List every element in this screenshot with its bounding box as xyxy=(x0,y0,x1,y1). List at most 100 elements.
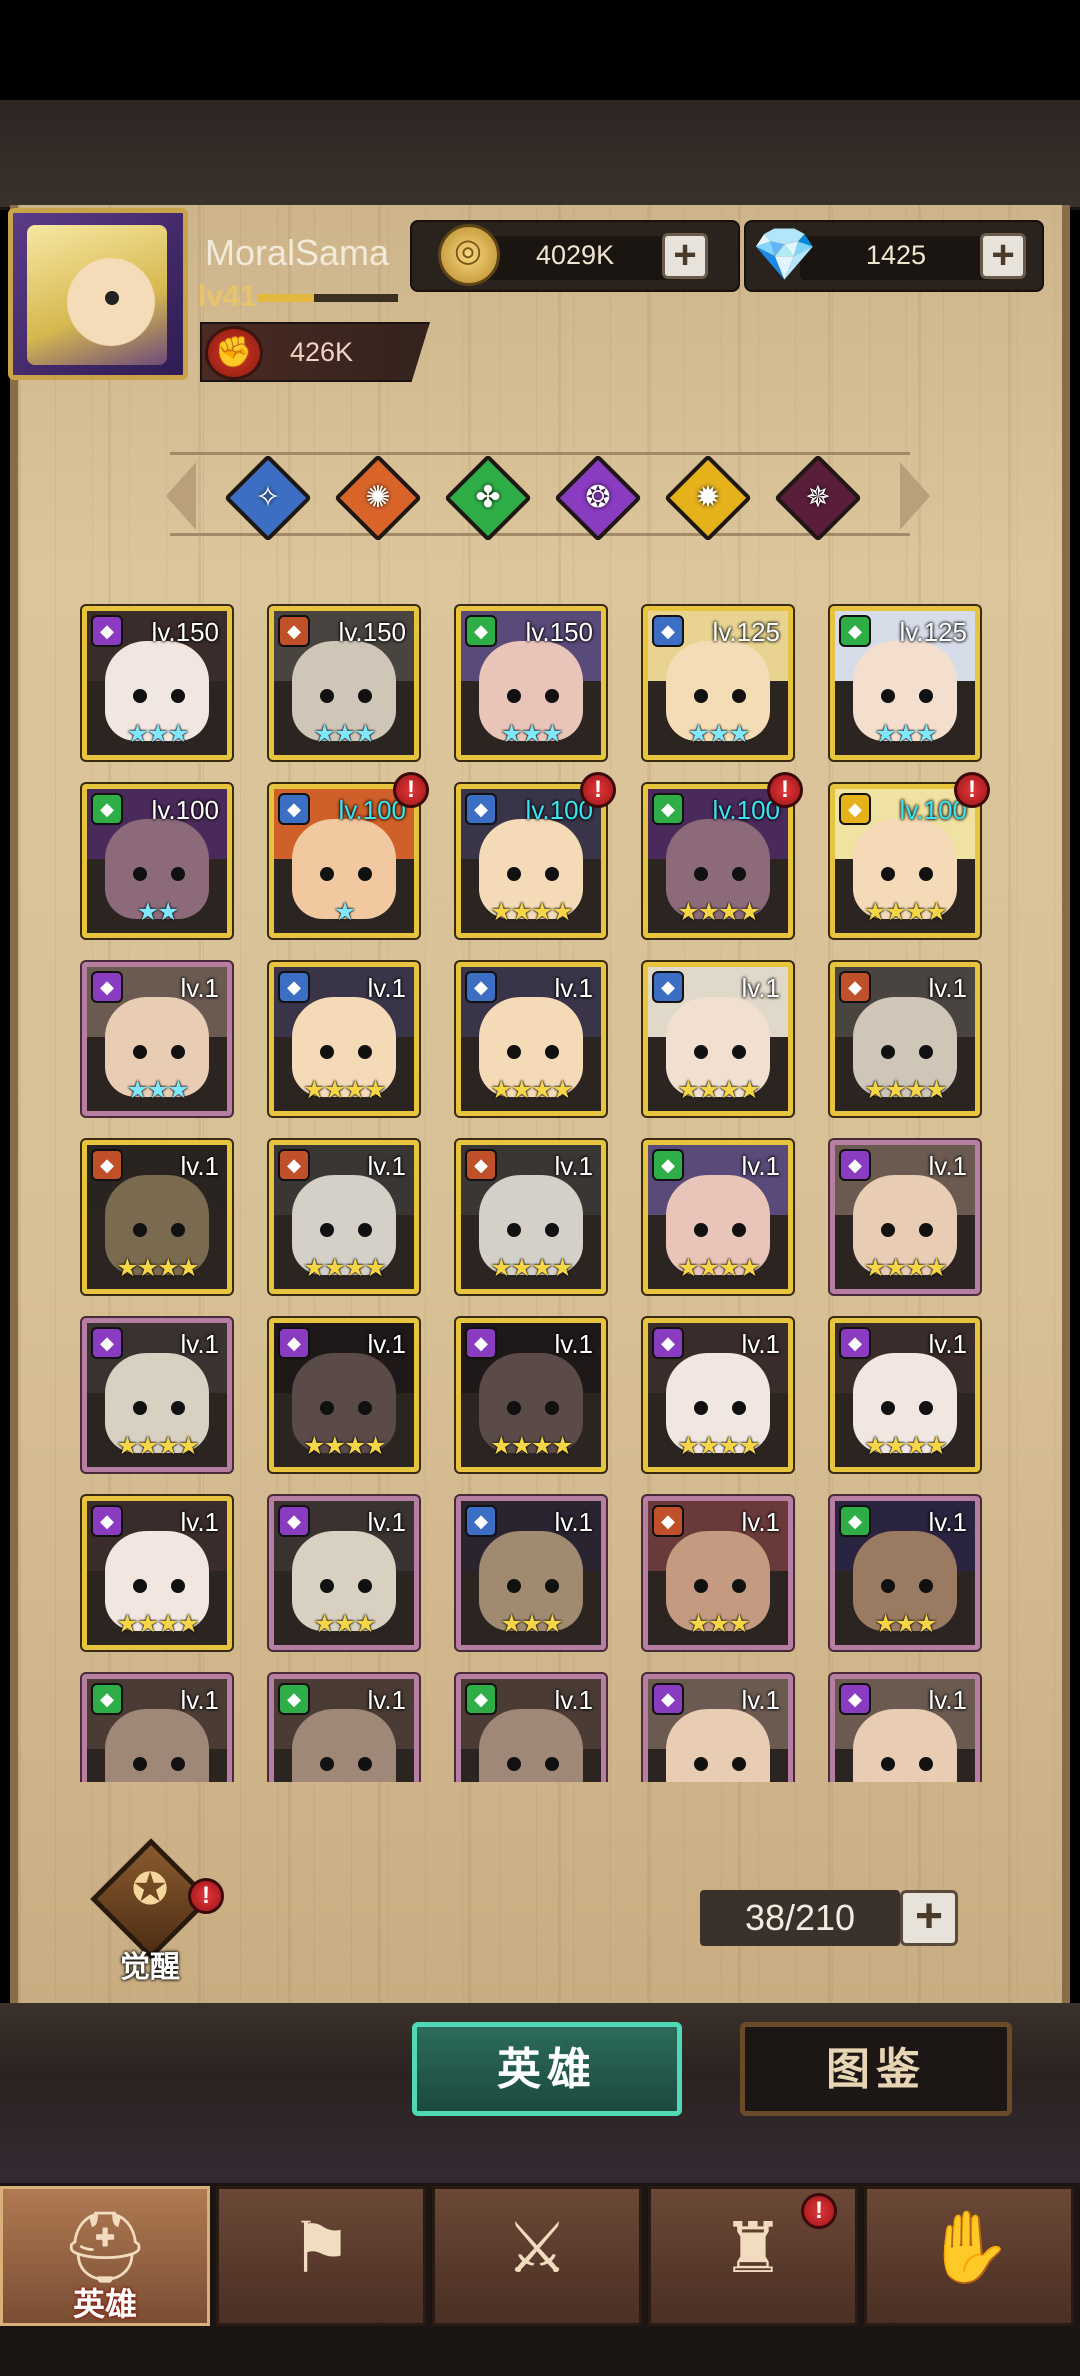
hero-stars: ★★★ xyxy=(500,720,563,748)
awaken-button[interactable]: ✪ 觉醒 ! xyxy=(90,1838,224,1984)
hero-card[interactable]: ◆ lv.1 ★★★★ xyxy=(269,1140,419,1294)
hero-portrait: ◆ lv.1 ★★★★ xyxy=(643,1318,793,1472)
hero-card[interactable]: ◆ lv.1 ★★★ xyxy=(82,962,232,1116)
hero-card[interactable]: ◆ lv.1 ★★★★ xyxy=(456,962,606,1116)
element-filter-6[interactable]: ✵ xyxy=(774,454,862,542)
hero-portrait: ◆ lv.1 ★★★★ xyxy=(269,1140,419,1294)
hero-card[interactable]: ◆ lv.1 ★★★★ xyxy=(456,1140,606,1294)
hero-card[interactable]: ◆ lv.1 ★★★ xyxy=(643,1496,793,1650)
nav-tab-2[interactable]: ⚑ xyxy=(216,2186,426,2326)
hero-alert-badge: ! xyxy=(954,772,990,808)
expand-roster-button[interactable]: + xyxy=(900,1890,958,1946)
hero-level: lv.150 xyxy=(151,617,219,647)
hero-eye xyxy=(358,1579,372,1593)
hero-card[interactable]: ◆ lv.1 xyxy=(269,1674,419,1782)
element-filter-2[interactable]: ✺ xyxy=(334,454,422,542)
hero-card[interactable]: ◆ lv.150 ★★★ xyxy=(269,606,419,760)
hero-card[interactable]: ◆ lv.1 ★★★★ xyxy=(269,1318,419,1472)
hero-card[interactable]: ◆ lv.1 ★★★★ xyxy=(643,1140,793,1294)
hero-class-icon: ◆ xyxy=(652,1683,684,1715)
hero-eye xyxy=(545,1045,559,1059)
hero-card[interactable]: ◆ lv.1 ★★★★ xyxy=(82,1496,232,1650)
hero-portrait: ◆ lv.100 ★★★★ xyxy=(830,784,980,938)
element-filter-5[interactable]: ✹ xyxy=(664,454,752,542)
hero-card[interactable]: ◆ lv.1 xyxy=(643,1674,793,1782)
nav-tab-5[interactable]: ✋ xyxy=(864,2186,1074,2326)
hero-card[interactable]: ◆ lv.1 ★★★★ xyxy=(830,1140,980,1294)
tab-heroes[interactable]: 英雄 xyxy=(412,2022,682,2116)
hero-stars: ★★★★ xyxy=(864,1076,948,1104)
hero-eye xyxy=(919,1045,933,1059)
element-filter-1[interactable]: ✧ xyxy=(224,454,312,542)
nav-alert-badge: ! xyxy=(801,2193,837,2229)
filter-left-arrow-icon xyxy=(166,462,196,530)
hero-card[interactable]: ◆ lv.1 ★★★★ xyxy=(82,1140,232,1294)
hero-card[interactable]: ◆ lv.1 ★★★★ xyxy=(830,1318,980,1472)
hero-card[interactable]: ◆ lv.100 ★★ xyxy=(82,784,232,938)
hero-card[interactable]: ◆ lv.1 ★★★★ xyxy=(456,1318,606,1472)
hero-card[interactable]: ◆ lv.1 ★★★★ xyxy=(643,962,793,1116)
tab-heroes-label: 英雄 xyxy=(497,2045,597,2094)
hero-portrait: ◆ lv.1 ★★★ xyxy=(269,1496,419,1650)
hero-card[interactable]: ◆ lv.1 ★★★ xyxy=(456,1496,606,1650)
hero-eye xyxy=(694,1045,708,1059)
hero-card[interactable]: ◆ lv.1 ★★★★ xyxy=(830,962,980,1116)
hero-eye xyxy=(507,689,521,703)
hero-card[interactable]: ◆ lv.100 ★! xyxy=(269,772,429,938)
hero-card[interactable]: ◆ lv.125 ★★★ xyxy=(643,606,793,760)
hero-card[interactable]: ◆ lv.1 ★★★★ xyxy=(269,962,419,1116)
hero-eye xyxy=(171,867,185,881)
element-filter-4[interactable]: ❂ xyxy=(554,454,642,542)
tab-codex[interactable]: 图鉴 xyxy=(740,2022,1012,2116)
hero-card[interactable]: ◆ lv.150 ★★★ xyxy=(82,606,232,760)
hero-card[interactable]: ◆ lv.100 ★★★★! xyxy=(643,772,803,938)
hero-eye xyxy=(133,689,147,703)
hero-class-icon: ◆ xyxy=(652,615,684,647)
hero-helmet-icon: ⛑ xyxy=(60,2208,150,2286)
nav-tab-4[interactable]: ♜! xyxy=(648,2186,858,2326)
add-diamond-button[interactable]: + xyxy=(980,233,1026,279)
hero-eye xyxy=(133,1401,147,1415)
hero-card[interactable]: ◆ lv.150 ★★★ xyxy=(456,606,606,760)
hero-portrait: ◆ lv.1 ★★★★ xyxy=(643,1140,793,1294)
hero-card[interactable]: ◆ lv.1 ★★★★ xyxy=(643,1318,793,1472)
player-avatar[interactable] xyxy=(8,208,188,380)
add-gold-button[interactable]: + xyxy=(662,233,708,279)
element-filter-3[interactable]: ✤ xyxy=(444,454,532,542)
hero-class-icon: ◆ xyxy=(839,1683,871,1715)
hero-portrait: ◆ lv.1 ★★★ xyxy=(643,1496,793,1650)
hero-stars: ★★★ xyxy=(313,720,376,748)
hero-card[interactable]: ◆ lv.1 xyxy=(82,1674,232,1782)
hero-stars: ★★★★ xyxy=(490,898,574,926)
status-bar-area xyxy=(0,0,1080,100)
hero-eye xyxy=(881,689,895,703)
hero-card[interactable]: ◆ lv.100 ★★★★! xyxy=(456,772,616,938)
hero-eye xyxy=(358,1401,372,1415)
hero-card[interactable]: ◆ lv.1 ★★★ xyxy=(269,1496,419,1650)
hero-portrait: ◆ lv.1 ★★★★ xyxy=(830,1318,980,1472)
hero-level: lv.1 xyxy=(741,1507,780,1537)
nav-tab-3[interactable]: ⚔ xyxy=(432,2186,642,2326)
hero-level: lv.1 xyxy=(928,1329,967,1359)
hero-eye xyxy=(694,1223,708,1237)
hero-grid: ◆ lv.150 ★★★ ◆ lv.150 ★★★ ◆ lv.150 ★★★ ◆ lv.125 ★★★… xyxy=(70,600,1010,1782)
hero-card[interactable]: ◆ lv.100 ★★★★! xyxy=(830,772,990,938)
hero-portrait: ◆ lv.1 ★★★★ xyxy=(830,962,980,1116)
hero-alert-badge: ! xyxy=(767,772,803,808)
hero-card[interactable]: ◆ lv.125 ★★★ xyxy=(830,606,980,760)
hero-card[interactable]: ◆ lv.1 ★★★★ xyxy=(82,1318,232,1472)
hero-eye xyxy=(919,689,933,703)
hero-eye xyxy=(732,689,746,703)
hero-eye xyxy=(171,1223,185,1237)
hero-card[interactable]: ◆ lv.1 xyxy=(830,1674,980,1782)
hero-class-icon: ◆ xyxy=(91,1327,123,1359)
hero-face xyxy=(853,1709,957,1782)
hero-face xyxy=(292,1709,396,1782)
shadow-element-icon: ✵ xyxy=(805,481,831,514)
hero-face xyxy=(105,1709,209,1782)
nav-tab-1[interactable]: ⛑ 英雄 xyxy=(0,2186,210,2326)
hero-portrait: ◆ lv.125 ★★★ xyxy=(830,606,980,760)
hero-card[interactable]: ◆ lv.1 xyxy=(456,1674,606,1782)
hero-eye xyxy=(694,1579,708,1593)
hero-card[interactable]: ◆ lv.1 ★★★ xyxy=(830,1496,980,1650)
